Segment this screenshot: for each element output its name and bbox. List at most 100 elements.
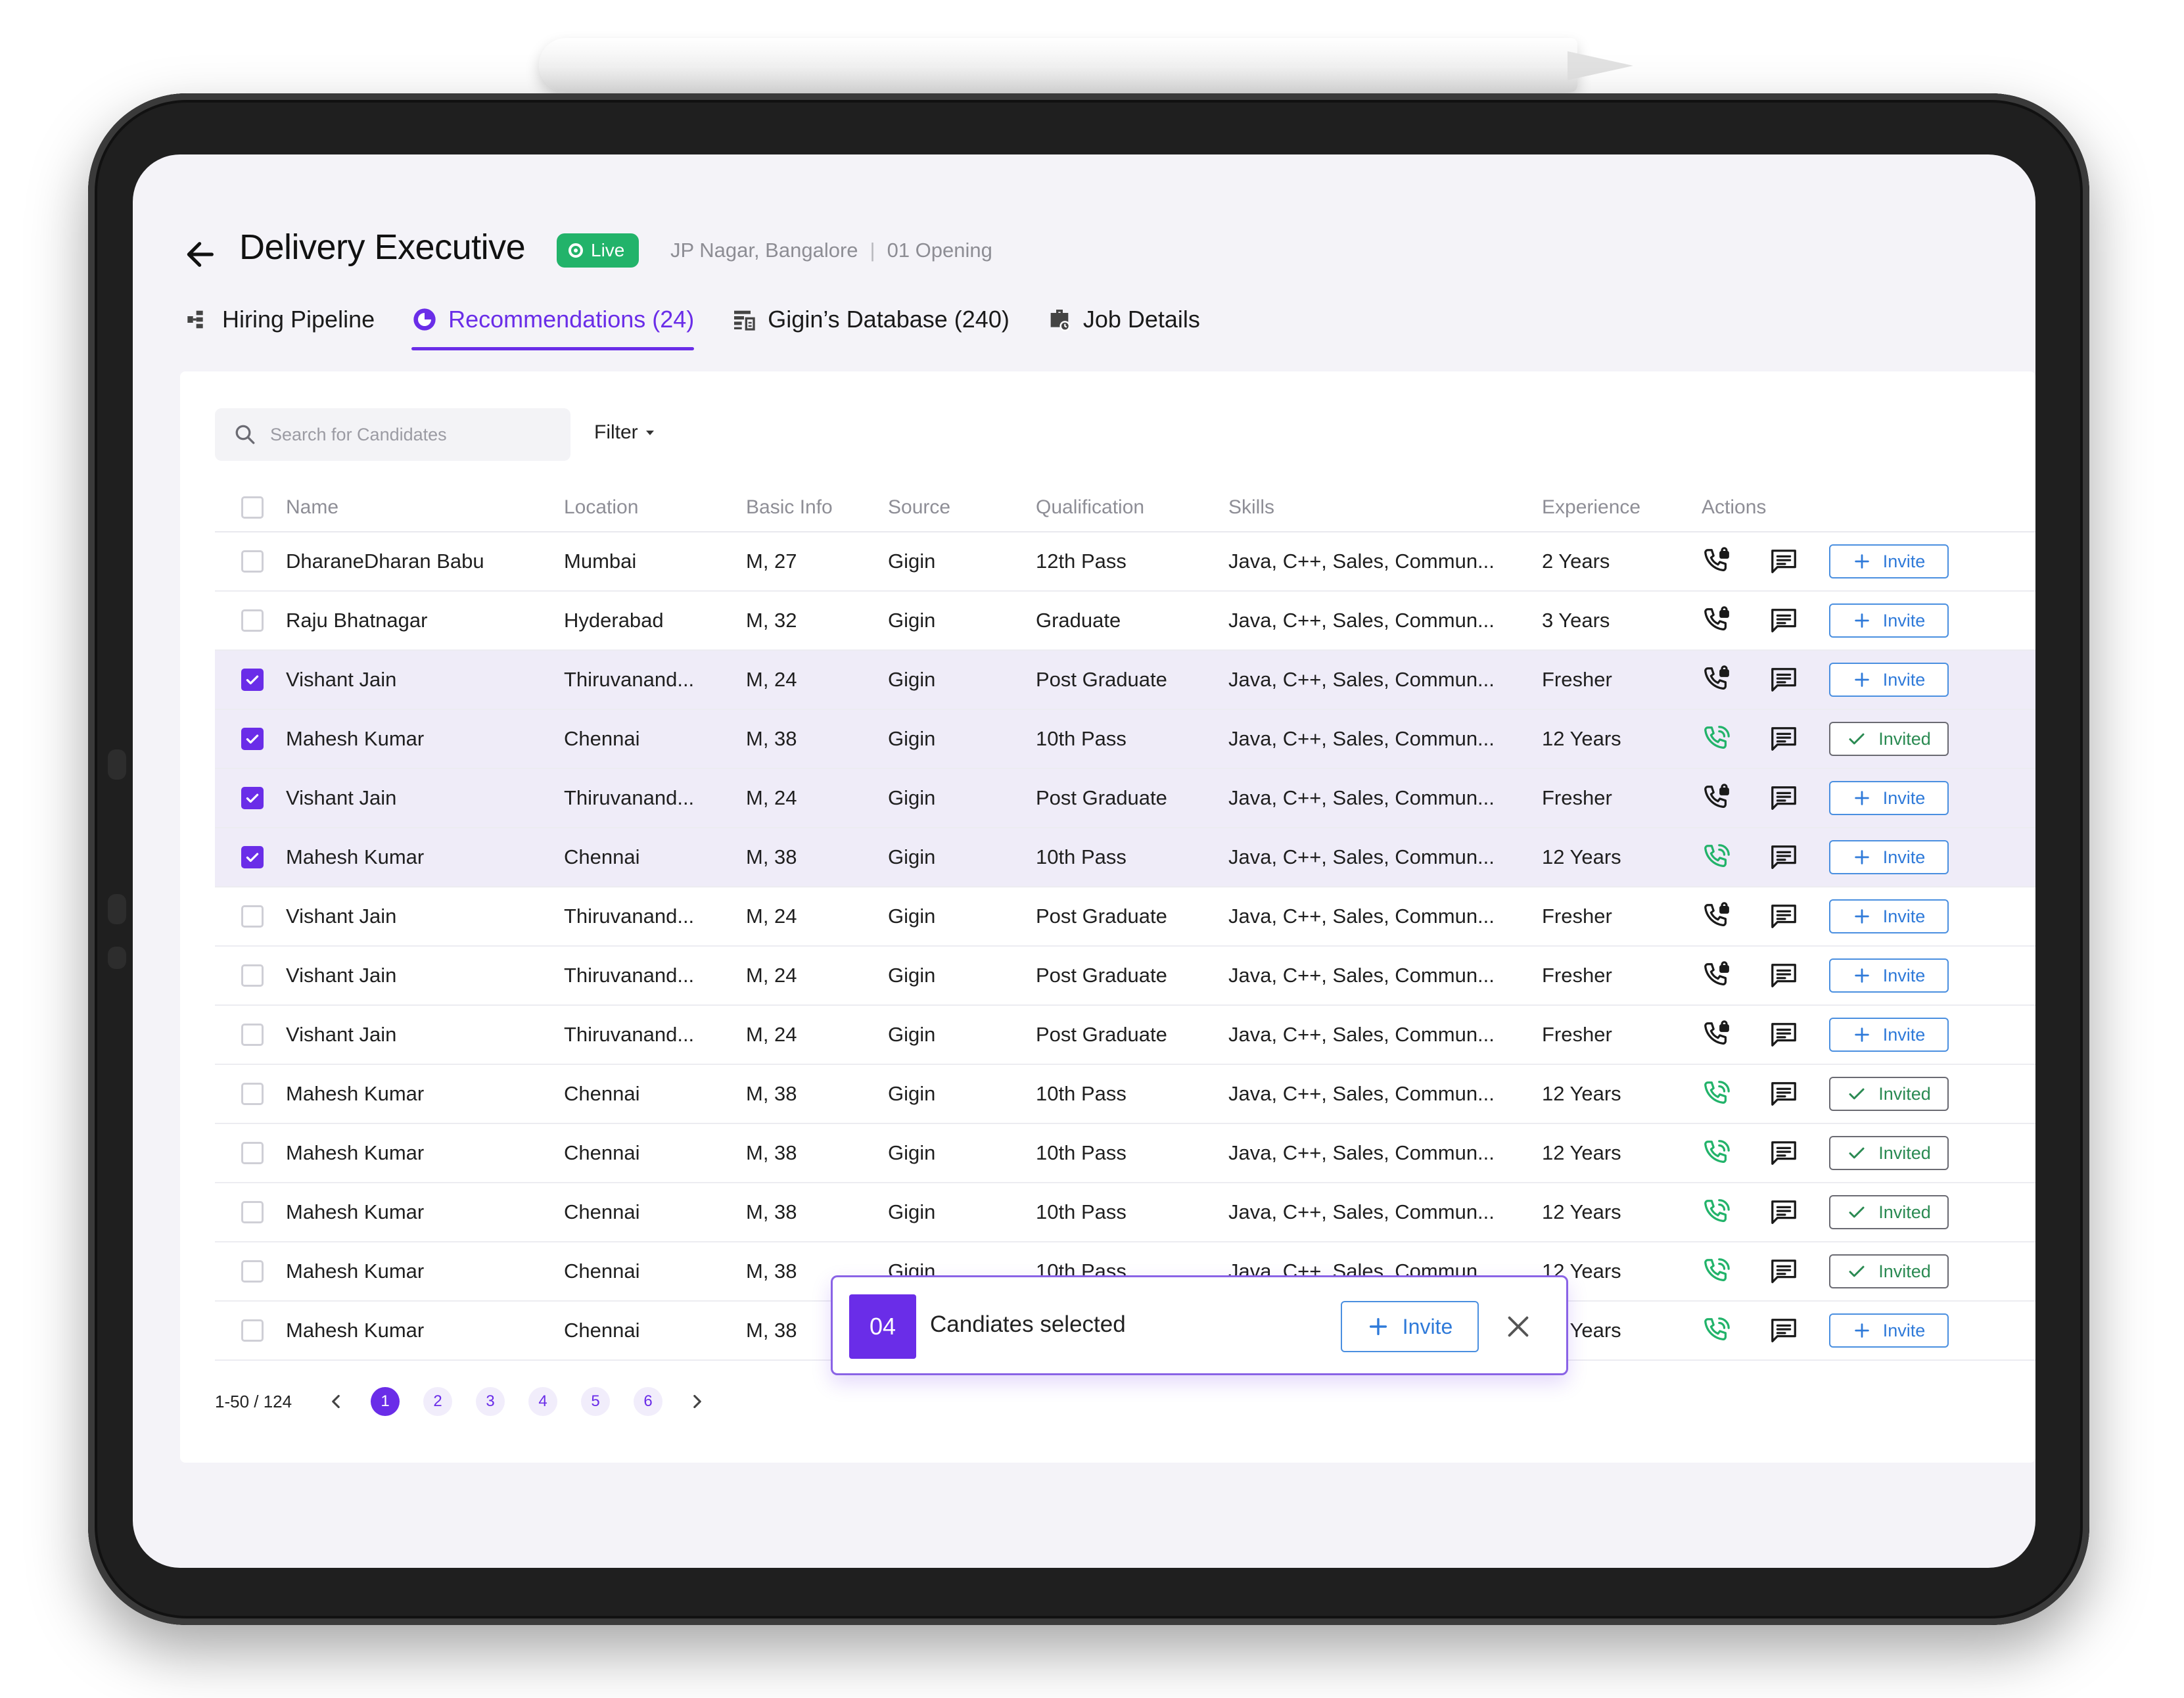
row-checkbox[interactable] xyxy=(241,787,264,809)
message-icon[interactable] xyxy=(1769,783,1799,813)
message-icon[interactable] xyxy=(1769,960,1799,991)
select-all-checkbox[interactable] xyxy=(241,496,264,519)
invite-button[interactable]: Invite xyxy=(1829,603,1949,638)
filter-dropdown[interactable]: Filter xyxy=(594,421,654,444)
row-checkbox[interactable] xyxy=(241,1201,264,1223)
message-icon[interactable] xyxy=(1769,665,1799,695)
table-row[interactable]: Vishant Jain Thiruvanand... M, 24 Gigin Post… xyxy=(215,1006,2035,1065)
message-icon[interactable] xyxy=(1769,1079,1799,1109)
invited-button[interactable]: Invited xyxy=(1829,1077,1949,1111)
message-icon[interactable] xyxy=(1769,1315,1799,1346)
page-number[interactable]: 4 xyxy=(528,1387,558,1416)
message-icon[interactable] xyxy=(1769,901,1799,932)
column-header[interactable]: Location xyxy=(564,496,746,519)
column-header[interactable]: Experience xyxy=(1542,496,1698,519)
page-number[interactable]: 1 xyxy=(371,1387,400,1416)
invite-button[interactable]: Invite xyxy=(1829,958,1949,993)
phone-lock-icon[interactable] xyxy=(1702,546,1732,577)
invite-button[interactable]: Invite xyxy=(1829,781,1949,815)
tab-recommendations[interactable]: Recommendations (24) xyxy=(411,298,695,350)
table-row[interactable]: Mahesh Kumar Chennai M, 38 Gigin 10th Pass Ja… xyxy=(215,710,2035,769)
chevron-left-icon[interactable] xyxy=(325,1390,347,1413)
row-checkbox[interactable] xyxy=(241,1260,264,1283)
message-icon[interactable] xyxy=(1769,842,1799,872)
bulk-invite-button[interactable]: Invite xyxy=(1341,1301,1479,1352)
candidate-skills: Java, C++, Sales, Commun... xyxy=(1228,1200,1495,1223)
table-row[interactable]: Vishant Jain Thiruvanand... M, 24 Gigin Post… xyxy=(215,651,2035,710)
invite-button[interactable]: Invite xyxy=(1829,840,1949,874)
search-input[interactable] xyxy=(270,424,559,445)
message-icon[interactable] xyxy=(1769,1138,1799,1168)
tab-hiring-pipeline[interactable]: Hiring Pipeline xyxy=(185,298,375,341)
phone-lock-icon[interactable] xyxy=(1702,1020,1732,1050)
row-checkbox[interactable] xyxy=(241,905,264,928)
column-header[interactable]: Name xyxy=(286,496,564,519)
table-row[interactable]: Mahesh Kumar Chennai M, 38 Gigin 10th Pass Ja… xyxy=(215,1065,2035,1124)
tab-job-details[interactable]: Job Details xyxy=(1046,298,1200,341)
row-checkbox[interactable] xyxy=(241,609,264,632)
page-number[interactable]: 5 xyxy=(581,1387,611,1416)
phone-called-icon[interactable] xyxy=(1702,1079,1732,1109)
phone-called-icon[interactable] xyxy=(1702,1256,1732,1286)
invited-button[interactable]: Invited xyxy=(1829,722,1949,756)
row-checkbox[interactable] xyxy=(241,964,264,987)
tab-gigin-database[interactable]: Gigin’s Database (240) xyxy=(731,298,1010,341)
page-number[interactable]: 6 xyxy=(634,1387,663,1416)
row-checkbox[interactable] xyxy=(241,550,264,573)
table-row[interactable]: Vishant Jain Thiruvanand... M, 24 Gigin Post… xyxy=(215,887,2035,947)
table-row[interactable]: Mahesh Kumar Chennai M, 38 Gigin 10th Pass Ja… xyxy=(215,1124,2035,1183)
row-checkbox[interactable] xyxy=(241,1142,264,1164)
phone-called-icon[interactable] xyxy=(1702,1138,1732,1168)
chevron-right-icon[interactable] xyxy=(686,1390,709,1413)
row-checkbox[interactable] xyxy=(241,728,264,750)
phone-called-icon[interactable] xyxy=(1702,724,1732,754)
phone-lock-icon[interactable] xyxy=(1702,605,1732,636)
row-checkbox[interactable] xyxy=(241,669,264,691)
table-row[interactable]: Mahesh Kumar Chennai M, 38 Gigin 10th Pass Ja… xyxy=(215,1183,2035,1242)
phone-called-icon[interactable] xyxy=(1702,1197,1732,1227)
phone-called-icon[interactable] xyxy=(1702,842,1732,872)
table-row[interactable]: DharaneDharan Babu Mumbai M, 27 Gigin 12th P… xyxy=(215,532,2035,592)
search-box[interactable] xyxy=(215,408,570,461)
column-header[interactable]: Skills xyxy=(1228,496,1542,519)
phone-lock-icon[interactable] xyxy=(1702,960,1732,991)
back-arrow-icon[interactable] xyxy=(183,236,220,273)
candidate-experience: Fresher xyxy=(1542,964,1612,987)
invite-button[interactable]: Invite xyxy=(1829,899,1949,933)
message-icon[interactable] xyxy=(1769,546,1799,577)
table-row[interactable]: Raju Bhatnagar Hyderabad M, 32 Gigin Graduat… xyxy=(215,592,2035,651)
invite-button[interactable]: Invite xyxy=(1829,1313,1949,1348)
bulk-invite-label: Invite xyxy=(1402,1314,1453,1338)
phone-lock-icon[interactable] xyxy=(1702,665,1732,695)
invited-button[interactable]: Invited xyxy=(1829,1254,1949,1288)
invite-button[interactable]: Invite xyxy=(1829,663,1949,697)
message-icon[interactable] xyxy=(1769,1020,1799,1050)
candidate-skills: Java, C++, Sales, Commun... xyxy=(1228,727,1495,750)
column-header[interactable]: Source xyxy=(888,496,1036,519)
invited-button[interactable]: Invited xyxy=(1829,1136,1949,1170)
column-header[interactable]: Qualification xyxy=(1036,496,1228,519)
row-checkbox[interactable] xyxy=(241,1024,264,1046)
page-number[interactable]: 3 xyxy=(476,1387,505,1416)
row-checkbox[interactable] xyxy=(241,1083,264,1105)
page-number[interactable]: 2 xyxy=(423,1387,453,1416)
phone-lock-icon[interactable] xyxy=(1702,901,1732,932)
table-row[interactable]: Vishant Jain Thiruvanand... M, 24 Gigin Post… xyxy=(215,769,2035,828)
candidate-experience: 12 Years xyxy=(1542,1082,1621,1105)
phone-called-icon[interactable] xyxy=(1702,1315,1732,1346)
row-checkbox[interactable] xyxy=(241,1319,264,1342)
invited-button[interactable]: Invited xyxy=(1829,1195,1949,1229)
message-icon[interactable] xyxy=(1769,1256,1799,1286)
message-icon[interactable] xyxy=(1769,1197,1799,1227)
table-row[interactable]: Mahesh Kumar Chennai M, 38 Gigin 10th Pass Ja… xyxy=(215,828,2035,887)
invite-button[interactable]: Invite xyxy=(1829,1018,1949,1052)
phone-lock-icon[interactable] xyxy=(1702,783,1732,813)
close-icon[interactable] xyxy=(1503,1311,1533,1342)
message-icon[interactable] xyxy=(1769,724,1799,754)
row-checkbox[interactable] xyxy=(241,846,264,868)
column-header[interactable]: Basic Info xyxy=(746,496,888,519)
invite-button[interactable]: Invite xyxy=(1829,544,1949,578)
candidate-experience: 3 Years xyxy=(1542,609,1610,632)
message-icon[interactable] xyxy=(1769,605,1799,636)
table-row[interactable]: Vishant Jain Thiruvanand... M, 24 Gigin Post… xyxy=(215,947,2035,1006)
